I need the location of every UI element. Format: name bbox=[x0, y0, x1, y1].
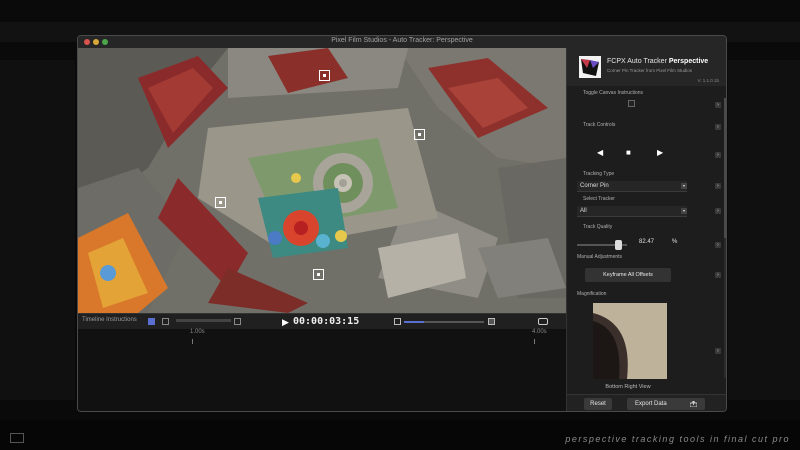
out-point-icon[interactable] bbox=[488, 318, 495, 325]
tracking-type-select[interactable]: Corner Pin ▾ bbox=[577, 181, 687, 192]
toggle-canvas-checkbox[interactable] bbox=[628, 100, 635, 107]
panel-footer: Reset Export Data bbox=[567, 394, 726, 411]
timeline-instructions-label: Timeline Instructions bbox=[82, 317, 137, 323]
track-quality-unit: % bbox=[672, 239, 678, 245]
instructions-toggle-icon[interactable] bbox=[148, 318, 155, 325]
camera-icon[interactable] bbox=[538, 318, 548, 325]
plugin-header: FCPX Auto Tracker Perspective Corner Pin… bbox=[567, 48, 726, 86]
panel-scrollbar[interactable] bbox=[724, 98, 726, 378]
magnification-view bbox=[593, 303, 667, 379]
keyframe-arrow-icon[interactable]: › bbox=[715, 272, 721, 278]
grid-icon[interactable] bbox=[234, 318, 241, 325]
tracking-type-label: Tracking Type bbox=[583, 171, 615, 177]
export-data-button[interactable]: Export Data bbox=[627, 398, 705, 410]
background-left-panel bbox=[0, 60, 75, 400]
plugin-title: FCPX Auto Tracker Perspective bbox=[607, 58, 709, 65]
reset-button[interactable]: Reset bbox=[584, 398, 612, 410]
export-data-label: Export Data bbox=[635, 401, 667, 407]
track-backward-icon[interactable]: ◀ bbox=[597, 148, 603, 157]
plugin-logo-icon bbox=[579, 56, 601, 78]
toggle-canvas-label: Toggle Canvas Instructions bbox=[583, 90, 644, 96]
tracking-type-arrow-icon[interactable]: › bbox=[715, 183, 721, 189]
tracker-point-right[interactable] bbox=[414, 129, 425, 140]
in-point-icon[interactable] bbox=[394, 318, 401, 325]
track-controls-label: Track Controls bbox=[583, 122, 616, 128]
tracker-point-left[interactable] bbox=[215, 197, 226, 208]
chevron-down-icon: ▾ bbox=[681, 208, 687, 214]
select-tracker-arrow-icon[interactable]: › bbox=[715, 208, 721, 214]
track-forward-icon[interactable]: ▶ bbox=[657, 148, 663, 157]
magnified-image bbox=[593, 303, 667, 379]
toggle-canvas-arrow-icon[interactable]: › bbox=[715, 102, 721, 108]
tracker-point-top[interactable] bbox=[319, 70, 330, 81]
plugin-subtitle: Corner Pin Tracker from Pixel Film Studi… bbox=[607, 68, 693, 73]
app-window: Pixel Film Studios - Auto Tracker: Persp… bbox=[77, 35, 727, 412]
magnification-label: Magnification bbox=[577, 291, 607, 297]
caption: perspective tracking tools in final cut … bbox=[565, 434, 790, 444]
timeline-start-label: 1.00s bbox=[190, 329, 205, 335]
scrub-progress bbox=[404, 321, 424, 323]
tracker-point-bottom[interactable] bbox=[313, 269, 324, 280]
inspector-panel: FCPX Auto Tracker Perspective Corner Pin… bbox=[566, 48, 726, 411]
timecode: 00:00:03:15 bbox=[293, 316, 360, 327]
play-icon[interactable]: ▶ bbox=[282, 317, 289, 328]
window-title: Pixel Film Studios - Auto Tracker: Persp… bbox=[331, 37, 473, 44]
select-tracker-select[interactable]: All ▾ bbox=[577, 206, 687, 217]
timeline[interactable]: 1.00s 4.00s bbox=[78, 329, 566, 411]
stop-icon[interactable]: ■ bbox=[626, 148, 631, 157]
video-viewer[interactable] bbox=[78, 48, 566, 313]
manual-adjustments-label: Manual Adjustments bbox=[577, 254, 623, 260]
timeline-end-marker bbox=[534, 339, 535, 344]
background-right-panel bbox=[728, 60, 800, 400]
title-bar: Pixel Film Studios - Auto Tracker: Persp… bbox=[78, 36, 726, 48]
select-tracker-label: Select Tracker bbox=[583, 196, 615, 202]
track-quality-label: Track Quality bbox=[583, 224, 613, 230]
magnification-caption: Bottom Right View bbox=[605, 384, 651, 390]
mini-track-bar bbox=[176, 319, 231, 322]
timeline-end-label: 4.00s bbox=[532, 329, 547, 335]
scrub-bar[interactable] bbox=[404, 321, 484, 323]
panel-scrollbar-thumb[interactable] bbox=[724, 98, 726, 238]
menu-icon bbox=[10, 433, 24, 443]
track-controls-row-arrow-icon[interactable]: › bbox=[715, 152, 721, 158]
track-quality-value[interactable]: 82.47 bbox=[639, 239, 654, 245]
magnification-arrow-icon[interactable]: › bbox=[715, 348, 721, 354]
keyframe-all-offsets-button[interactable]: Keyframe All Offsets bbox=[585, 268, 671, 282]
viewer-toolbar: Timeline Instructions ▶ 00:00:03:15 bbox=[78, 313, 566, 329]
timeline-start-marker bbox=[192, 339, 193, 344]
chevron-down-icon: ▾ bbox=[681, 183, 687, 189]
track-quality-slider-knob[interactable] bbox=[615, 240, 623, 250]
export-icon bbox=[690, 401, 697, 407]
plugin-version: V. 1.1.0.1b bbox=[697, 78, 719, 83]
track-controls-arrow-icon[interactable]: › bbox=[715, 124, 721, 130]
track-quality-arrow-icon[interactable]: › bbox=[715, 242, 721, 248]
filmstrip-icon[interactable] bbox=[162, 318, 169, 325]
